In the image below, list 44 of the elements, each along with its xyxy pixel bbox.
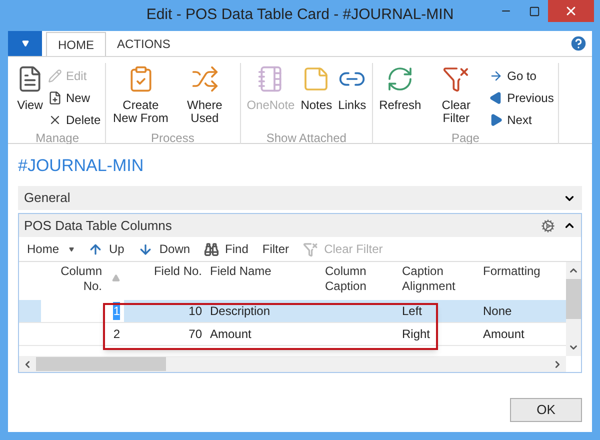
ribbon-button[interactable]: Go to xyxy=(489,65,554,87)
table-cell-text: 10 xyxy=(188,303,202,320)
toolbar-button[interactable]: Down xyxy=(138,240,190,258)
ribbon-button[interactable]: Notes xyxy=(298,65,334,112)
ribbon-button[interactable]: Clear Filter xyxy=(425,65,488,125)
column-header[interactable]: Column Caption xyxy=(321,264,398,300)
group-label: Show Attached xyxy=(266,130,346,147)
ribbon-button[interactable]: New xyxy=(48,87,101,109)
ribbon-button[interactable]: Next xyxy=(489,109,554,131)
ribbon-tab[interactable]: ACTIONS xyxy=(106,32,182,56)
toolbar-button[interactable]: Home xyxy=(27,240,74,258)
ribbon-button[interactable]: Links xyxy=(336,65,368,112)
column-header[interactable]: Field Name xyxy=(206,264,321,300)
table-cell-text: 70 xyxy=(188,326,202,343)
ribbon-button[interactable]: Where Used xyxy=(174,65,236,125)
table-cell-text: Description xyxy=(210,303,270,320)
group-label: Manage xyxy=(36,130,80,147)
ribbon-button[interactable]: Delete xyxy=(48,109,101,131)
table-cell-text: None xyxy=(483,303,512,320)
fasttab-header[interactable]: General xyxy=(18,186,582,210)
table-cell-text: 2 xyxy=(113,326,120,343)
toolbar-button[interactable]: Find xyxy=(204,240,248,258)
column-header[interactable]: Caption Alignment xyxy=(398,264,479,300)
column-header[interactable]: Column No. xyxy=(41,264,124,300)
page-title: #JOURNAL-MIN xyxy=(18,156,145,176)
table-cell-text: Amount xyxy=(483,326,524,343)
table-cell-text: Amount xyxy=(210,326,252,343)
toolbar-button[interactable]: Up xyxy=(88,240,124,258)
ribbon-button[interactable]: Previous xyxy=(489,87,554,109)
ribbon-button[interactable]: View xyxy=(14,65,46,112)
group-label: Page xyxy=(451,130,480,147)
toolbar-button[interactable]: Filter xyxy=(262,240,290,258)
table-cell-text: Left xyxy=(402,303,422,320)
ok-button[interactable]: OK xyxy=(510,398,582,422)
group-label: Process xyxy=(151,130,194,147)
column-header[interactable]: Formatting xyxy=(479,264,566,300)
ribbon-button[interactable]: Create New From xyxy=(110,65,172,125)
table-cell-text: Right xyxy=(402,326,430,343)
part-header[interactable]: POS Data Table Columns xyxy=(19,214,581,237)
ribbon-button[interactable]: Refresh xyxy=(377,65,424,112)
window-title: Edit - POS Data Table Card - #JOURNAL-MIN xyxy=(146,5,454,26)
column-header[interactable]: Field No. xyxy=(124,264,206,300)
table-row[interactable]: 1 10 Description Left None xyxy=(19,300,566,323)
ribbon-tab[interactable]: HOME xyxy=(46,32,106,56)
